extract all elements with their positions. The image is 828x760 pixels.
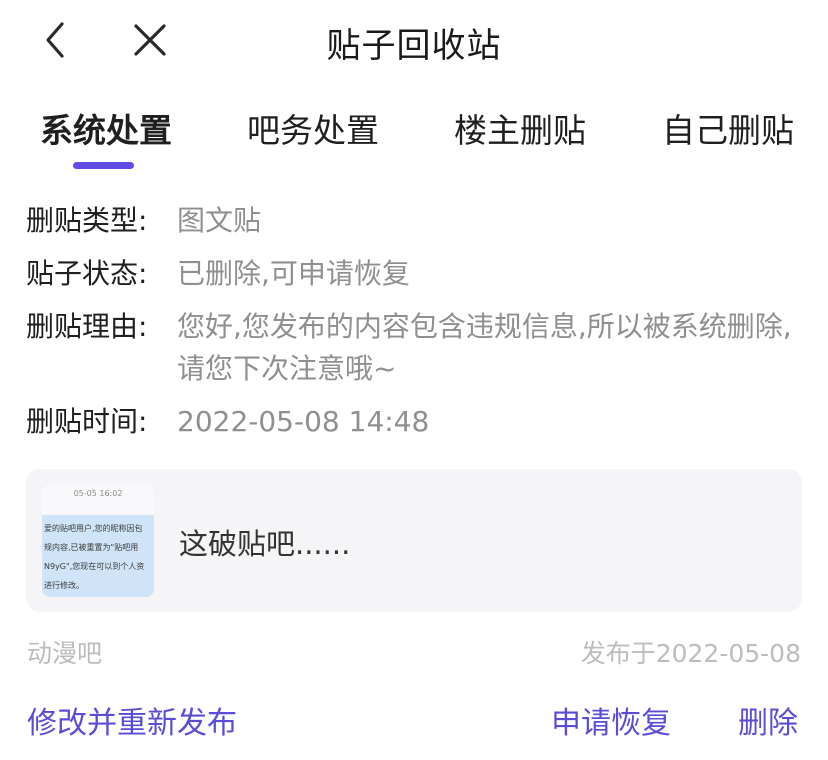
header-bar: 贴子回收站 [0,0,828,84]
thumbnail-line: N9yG",您现在可以到个人资 [44,562,145,571]
thumbnail-header: 05-05 16:02 [42,484,154,514]
info-value: 2022-05-08 14:48 [177,405,430,438]
thumbnail-line: 爱的贴吧用户,您的昵称因包 [44,524,143,533]
tab-op-deleted[interactable]: 楼主删贴 [454,104,586,152]
info-value: 图文贴 [177,204,262,237]
post-title: 这破贴吧...... [179,527,351,561]
delete-button[interactable]: 删除 [738,698,798,742]
thumbnail-line: 规内容,已被重置为"贴吧用 [44,543,139,552]
tab-self-deleted[interactable]: 自己删贴 [662,104,794,152]
info-value: 已删除,可申请恢复 [177,257,410,290]
info-label: 贴子状态: [26,257,148,290]
info-label: 删贴理由: [26,310,148,343]
publish-date: 发布于2022-05-08 [580,639,801,668]
info-row-status: 贴子状态: 已删除,可申请恢复 [26,253,806,295]
deletion-info: 删贴类型: 图文贴 贴子状态: 已删除,可申请恢复 删贴理由: 您好,您发布的内… [26,200,806,454]
active-tab-indicator [73,162,134,169]
info-row-type: 删贴类型: 图文贴 [26,200,806,242]
tab-system-action[interactable]: 系统处置 [40,104,172,152]
info-label: 删贴类型: [26,204,148,237]
tab-bar: 系统处置 吧务处置 楼主删贴 自己删贴 [0,98,828,178]
post-thumbnail: 05-05 16:02 爱的贴吧用户,您的昵称因包 规内容,已被重置为"贴吧用 … [42,484,154,597]
thumbnail-line: 进行修改。 [44,581,84,590]
forum-name[interactable]: 动漫吧 [27,634,102,670]
tab-admin-action[interactable]: 吧务处置 [247,104,379,152]
info-row-time: 删贴时间: 2022-05-08 14:48 [26,401,806,443]
info-row-reason: 删贴理由: 您好,您发布的内容包含违规信息,所以被系统删除,请您下次注意哦~ [26,306,806,390]
thumbnail-message: 爱的贴吧用户,您的昵称因包 规内容,已被重置为"贴吧用 N9yG",您现在可以到… [42,515,154,597]
info-label: 删贴时间: [26,405,148,438]
post-card[interactable]: 05-05 16:02 爱的贴吧用户,您的昵称因包 规内容,已被重置为"贴吧用 … [26,469,802,612]
edit-republish-button[interactable]: 修改并重新发布 [27,698,237,742]
thumbnail-date: 05-05 16:02 [73,489,123,498]
info-value: 您好,您发布的内容包含违规信息,所以被系统删除,请您下次注意哦~ [177,310,792,385]
request-restore-button[interactable]: 申请恢复 [551,698,671,742]
page-title: 贴子回收站 [326,26,502,66]
